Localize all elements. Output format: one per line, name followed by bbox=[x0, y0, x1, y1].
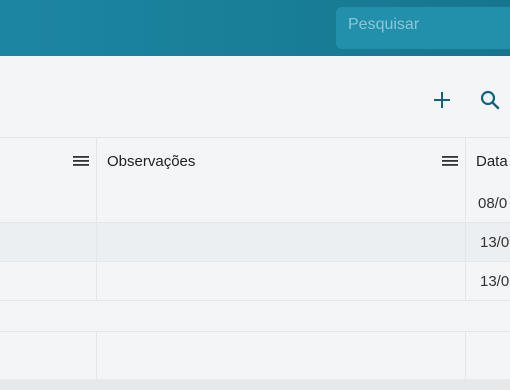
horizontal-scrollbar[interactable] bbox=[0, 379, 510, 390]
search-icon bbox=[480, 90, 500, 110]
cell-data: 13/0 bbox=[480, 233, 510, 251]
grid-header: Observações Data bbox=[0, 137, 510, 185]
table-row[interactable]: 08/0 bbox=[0, 184, 510, 223]
search-button[interactable] bbox=[476, 86, 504, 114]
grid-toolbar bbox=[0, 56, 510, 136]
search-box[interactable] bbox=[336, 7, 510, 49]
top-app-bar bbox=[0, 0, 510, 56]
plus-icon bbox=[434, 92, 450, 108]
column-divider[interactable] bbox=[465, 138, 466, 300]
table-row[interactable]: 13/0 bbox=[0, 262, 510, 301]
column-menu-icon[interactable] bbox=[441, 152, 459, 170]
cell-data: 13/0 bbox=[480, 272, 510, 290]
app-page: Observações Data 08/0 13/0 13/0 bbox=[0, 0, 510, 390]
add-button[interactable] bbox=[428, 86, 456, 114]
grid-footer-row bbox=[0, 331, 510, 380]
column-divider[interactable] bbox=[96, 138, 97, 300]
column-divider bbox=[96, 332, 97, 379]
column-header-data[interactable]: Data bbox=[476, 138, 508, 184]
column-divider bbox=[465, 332, 466, 379]
search-input[interactable] bbox=[348, 16, 508, 34]
table-row[interactable]: 13/0 bbox=[0, 223, 510, 262]
column-header-observacoes[interactable]: Observações bbox=[107, 138, 195, 184]
cell-data: 08/0 bbox=[478, 194, 508, 212]
column-menu-icon[interactable] bbox=[72, 152, 90, 170]
